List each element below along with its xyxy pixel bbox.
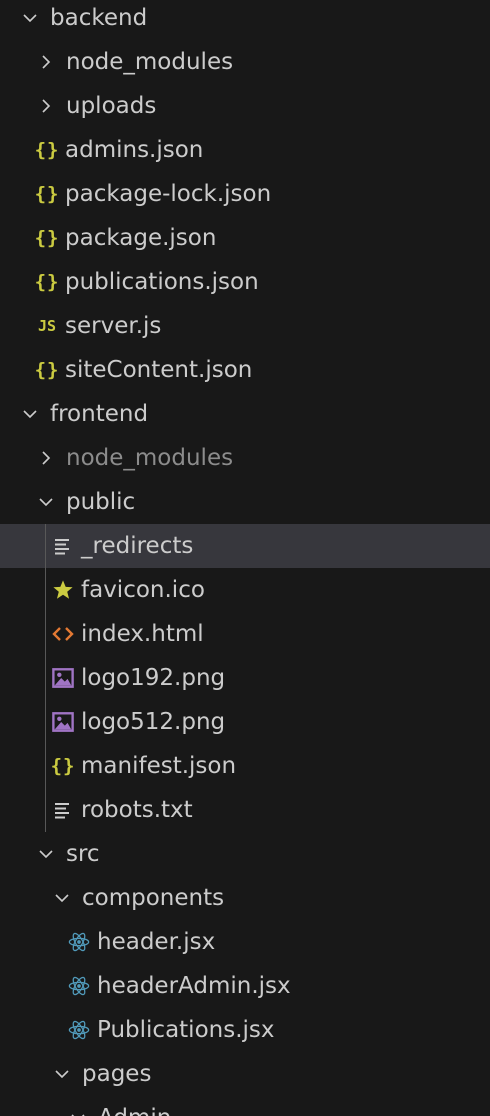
tree-item-label: logo512.png [81,709,226,735]
text-lines-icon [52,788,74,832]
indent-spacer [0,304,36,348]
tree-item-label: admins.json [65,137,204,163]
tree-item-label: components [82,885,225,911]
tree-item-label: src [66,841,100,867]
indent-spacer [0,216,36,260]
indent-spacer [0,480,36,524]
indent-spacer [0,1096,68,1116]
tree-item-label: headerAdmin.jsx [97,973,291,999]
tree-item-server-js[interactable]: JS server.js [0,304,490,348]
chevron-down-icon[interactable] [20,392,40,436]
tree-item-label: frontend [50,401,149,427]
text-lines-icon [52,524,74,568]
tree-item-label: backend [50,5,148,31]
chevron-down-icon[interactable] [36,480,56,524]
indent-spacer [0,964,68,1008]
tree-item-components[interactable]: components [0,876,490,920]
json-braces-icon: {} [34,183,60,205]
tree-item-robots-txt[interactable]: robots.txt [0,788,490,832]
image-icon [52,656,74,700]
tree-item-label: robots.txt [81,797,193,823]
react-atom-icon [68,1008,90,1052]
image-icon [52,700,74,744]
indent-guide [45,524,46,832]
tree-item-label: logo192.png [81,665,226,691]
tree-item-label: public [66,489,136,515]
tree-item-node-modules[interactable]: node_modules [0,40,490,84]
indent-spacer [0,0,20,40]
tree-item-frontend[interactable]: frontend [0,392,490,436]
chevron-right-icon[interactable] [36,436,56,480]
tree-item-package-lock-json[interactable]: {} package-lock.json [0,172,490,216]
tree-item-index-html[interactable]: index.html [0,612,490,656]
tree-item-label: Publications.jsx [97,1017,275,1043]
tree-item-label: siteContent.json [65,357,253,383]
indent-spacer [0,84,36,128]
tree-item-src[interactable]: src [0,832,490,876]
star-icon [52,568,74,612]
tree-item-sitecontent-json[interactable]: {} siteContent.json [0,348,490,392]
tree-item-logo192-png[interactable]: logo192.png [0,656,490,700]
tree-item-label: pages [82,1061,152,1087]
tree-item-header-jsx[interactable]: header.jsx [0,920,490,964]
file-explorer: backend node_modules uploads{} admins.json{… [0,0,490,1116]
tree-item-label: node_modules [66,49,234,75]
chevron-down-icon[interactable] [52,876,72,920]
indent-spacer [0,260,36,304]
tree-item-public[interactable]: public [0,480,490,524]
indent-spacer [0,1052,52,1096]
tree-item-logo512-png[interactable]: logo512.png [0,700,490,744]
tree-item-package-json[interactable]: {} package.json [0,216,490,260]
chevron-down-icon[interactable] [20,0,40,40]
indent-spacer [0,832,36,876]
tree-item-label: index.html [81,621,204,647]
tree-item-label: manifest.json [81,753,237,779]
chevron-right-icon[interactable] [36,84,56,128]
tree-item-label: _redirects [81,533,194,559]
indent-spacer [0,172,36,216]
html-code-icon [52,612,74,656]
indent-spacer [0,348,36,392]
chevron-down-icon[interactable] [68,1096,88,1116]
react-atom-icon [68,964,90,1008]
indent-spacer [0,40,36,84]
tree-item-publications-jsx[interactable]: Publications.jsx [0,1008,490,1052]
tree-item-label: server.js [65,313,162,339]
tree-item-publications-json[interactable]: {} publications.json [0,260,490,304]
tree-item-label: node_modules [66,445,234,471]
indent-spacer [0,876,52,920]
tree-item-label: favicon.ico [81,577,205,603]
tree-item-label: header.jsx [97,929,216,955]
javascript-icon: JS [37,317,57,335]
tree-item-label: package-lock.json [65,181,272,207]
tree-item-favicon-ico[interactable]: favicon.ico [0,568,490,612]
tree-item-label: publications.json [65,269,259,295]
tree-item-redirects[interactable]: _redirects [0,524,490,568]
tree-item-label: uploads [66,93,157,119]
json-braces-icon: {} [50,755,76,777]
json-braces-icon: {} [34,139,60,161]
tree-item-headeradmin-jsx[interactable]: headerAdmin.jsx [0,964,490,1008]
tree-item-node-modules[interactable]: node_modules [0,436,490,480]
json-braces-icon: {} [34,359,60,381]
tree-item-admin[interactable]: Admin [0,1096,490,1116]
tree-item-manifest-json[interactable]: {} manifest.json [0,744,490,788]
json-braces-icon: {} [34,271,60,293]
tree-item-admins-json[interactable]: {} admins.json [0,128,490,172]
chevron-down-icon[interactable] [52,1052,72,1096]
tree-item-backend[interactable]: backend [0,0,490,40]
indent-spacer [0,436,36,480]
react-atom-icon [68,920,90,964]
indent-spacer [0,128,36,172]
json-braces-icon: {} [34,227,60,249]
chevron-right-icon[interactable] [36,40,56,84]
indent-spacer [0,1008,68,1052]
indent-spacer [0,392,20,436]
tree-item-label: Admin [98,1096,171,1116]
tree-item-label: package.json [65,225,217,251]
tree-item-pages[interactable]: pages [0,1052,490,1096]
chevron-down-icon[interactable] [36,832,56,876]
tree-item-uploads[interactable]: uploads [0,84,490,128]
indent-spacer [0,920,68,964]
